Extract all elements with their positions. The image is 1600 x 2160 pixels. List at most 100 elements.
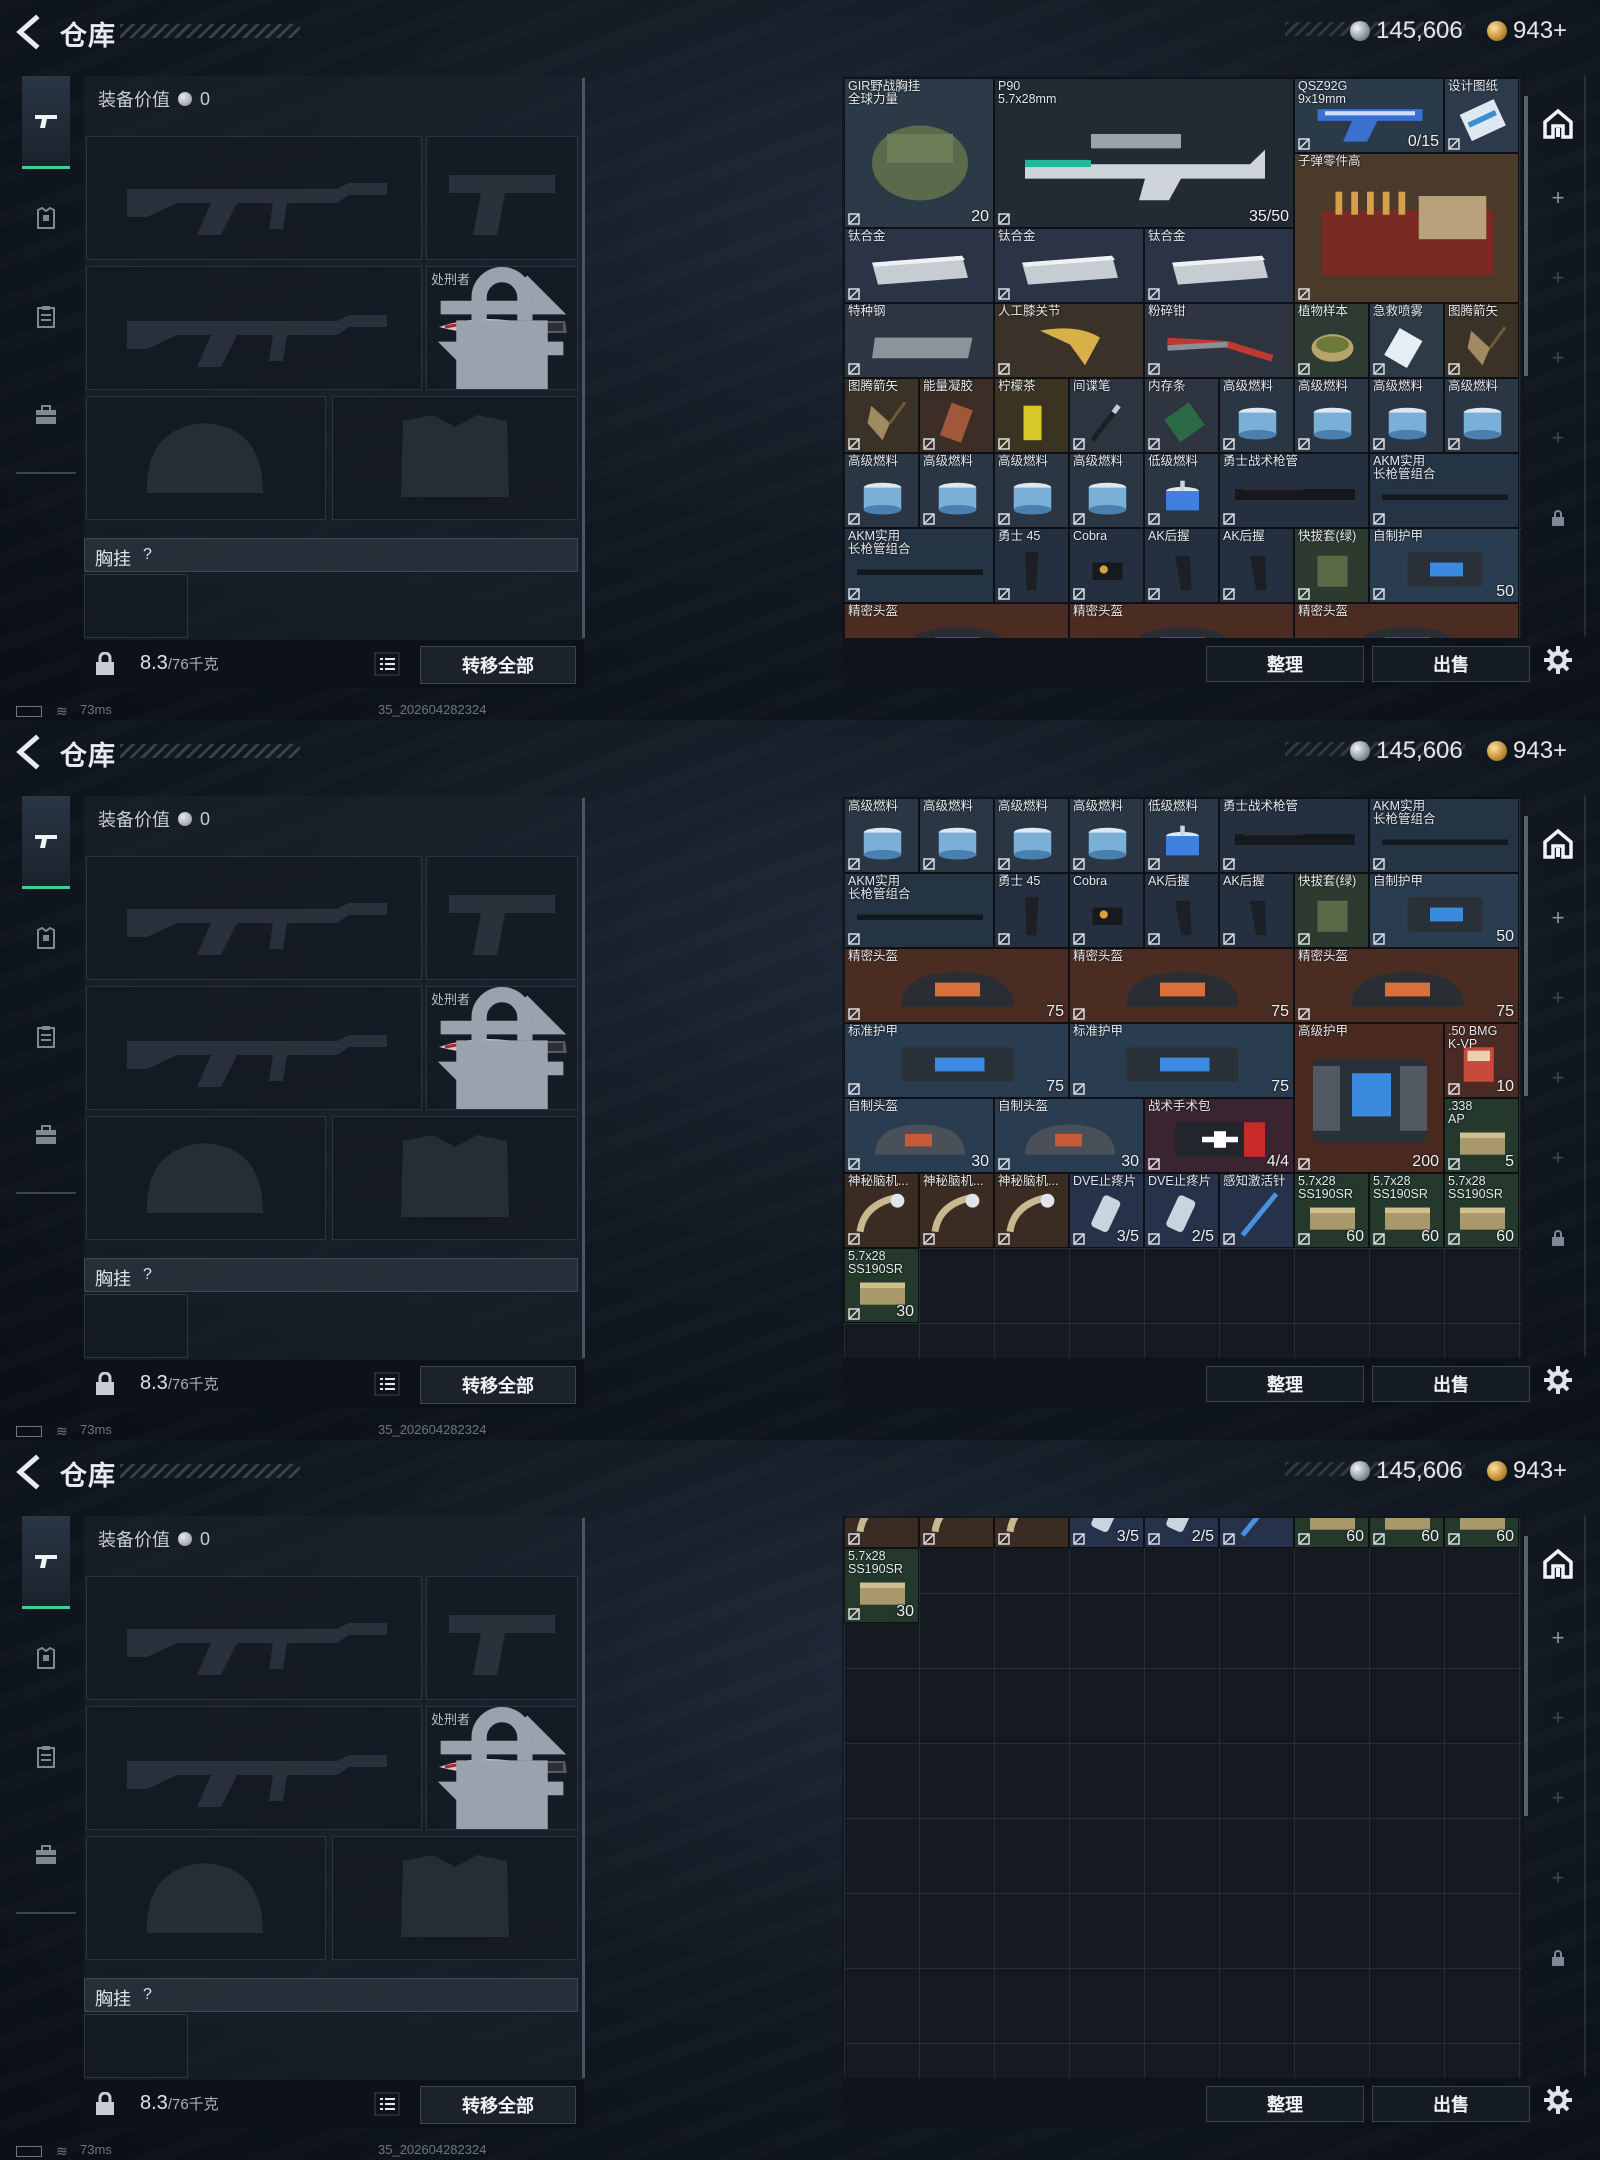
warehouse-item[interactable]: 5.7x28 SS190SR60 (1294, 1173, 1369, 1248)
add-storage-button[interactable]: + (1534, 410, 1582, 466)
warehouse-item[interactable]: Cobra (1069, 528, 1144, 603)
add-storage-button[interactable]: + (1534, 250, 1582, 306)
warehouse-item[interactable]: AKM实用 长枪管组合 (844, 873, 994, 948)
lock-icon[interactable] (94, 652, 116, 676)
primary-weapon-slot[interactable] (86, 856, 422, 980)
chest-rig-row[interactable]: 胸挂 ? (84, 1258, 578, 1292)
chest-rig-slot[interactable] (84, 574, 188, 638)
warehouse-item[interactable]: 钛合金 (994, 228, 1144, 303)
warehouse-grid[interactable]: 神秘脑机...神秘脑机...神秘脑机...DVE止疼片3/5DVE止疼片2/5感… (844, 1518, 1522, 2078)
list-icon[interactable] (374, 2092, 400, 2116)
warehouse-item[interactable]: 高级燃料 (994, 453, 1069, 528)
add-storage-button[interactable]: + (1534, 330, 1582, 386)
money-counter[interactable]: 145,606 (1350, 16, 1463, 46)
melee-slot[interactable]: 处刑者 (426, 986, 578, 1110)
warehouse-item[interactable]: 能量凝胶 (919, 378, 994, 453)
warehouse-item[interactable]: DVE止疼片 2/5 (1144, 1173, 1219, 1248)
tab-supplies[interactable] (22, 1712, 70, 1802)
transfer-all-button[interactable]: 转移全部 (420, 646, 576, 684)
pistol-slot[interactable] (426, 856, 578, 980)
warehouse-item[interactable]: 自制护甲 50 (1369, 873, 1519, 948)
add-storage-button[interactable]: + (1534, 170, 1582, 226)
tab-armor[interactable] (22, 1614, 70, 1704)
locked-storage-tab[interactable] (1534, 490, 1582, 546)
pistol-slot[interactable] (426, 136, 578, 260)
chest-rig-slot[interactable] (84, 1294, 188, 1358)
primary-weapon-slot[interactable] (86, 136, 422, 260)
warehouse-item[interactable]: 高级燃料 (994, 798, 1069, 873)
warehouse-item[interactable]: 粉碎钳 (1144, 303, 1294, 378)
tab-weapons[interactable] (22, 1516, 70, 1609)
warehouse-item[interactable]: 高级燃料 (1444, 378, 1519, 453)
warehouse-item[interactable]: AKM实用 长枪管组合 (1369, 453, 1519, 528)
warehouse-item[interactable]: 急救喷雾 (1369, 303, 1444, 378)
storage-tab[interactable] (1534, 96, 1582, 152)
add-storage-button[interactable]: + (1534, 1850, 1582, 1906)
sell-button[interactable]: 出售 (1372, 1366, 1530, 1402)
secondary-weapon-slot[interactable] (86, 986, 422, 1110)
warehouse-item[interactable]: 图腾箭矢 (1444, 303, 1519, 378)
warehouse-item[interactable]: .338 AP 5 (1444, 1098, 1519, 1173)
warehouse-item[interactable]: 人工膝关节 (994, 303, 1144, 378)
warehouse-item[interactable]: 自制头盔 30 (994, 1098, 1144, 1173)
warehouse-item[interactable]: 勇士战术枪管 (1219, 798, 1369, 873)
warehouse-item[interactable]: 图腾箭矢 (844, 378, 919, 453)
sell-button[interactable]: 出售 (1372, 2086, 1530, 2122)
warehouse-item[interactable]: P90 5.7x28mm 35/50 (994, 78, 1294, 228)
back-arrow-icon[interactable] (14, 14, 44, 50)
warehouse-item[interactable]: 5.7x28 SS190SR60 (1369, 1518, 1444, 1548)
warehouse-item[interactable]: 精密头盔75 (1294, 603, 1519, 638)
equipment-scrollbar[interactable] (582, 1518, 585, 2078)
warehouse-item[interactable]: 高级燃料 (844, 453, 919, 528)
money-counter[interactable]: 145,606 (1350, 1456, 1463, 1486)
tab-armor[interactable] (22, 174, 70, 264)
help-icon[interactable]: ? (143, 1986, 152, 2004)
warehouse-item[interactable]: 精密头盔75 (1294, 948, 1519, 1023)
warehouse-grid[interactable]: GIR野战胸挂 全球力量 20 P90 5.7x28mm 35/50 QSZ92G 9x… (844, 78, 1522, 638)
settings-button[interactable] (1534, 632, 1582, 688)
warehouse-item[interactable]: 勇士战术枪管 (1219, 453, 1369, 528)
warehouse-item[interactable]: 间谍笔 (1069, 378, 1144, 453)
warehouse-item[interactable]: DVE止疼片3/5 (1069, 1173, 1144, 1248)
add-storage-button[interactable]: + (1534, 1770, 1582, 1826)
warehouse-item[interactable]: 内存条 (1144, 378, 1219, 453)
warehouse-item[interactable]: DVE止疼片3/5 (1069, 1518, 1144, 1548)
secondary-weapon-slot[interactable] (86, 266, 422, 390)
warehouse-item[interactable]: Cobra (1069, 873, 1144, 948)
warehouse-item[interactable]: GIR野战胸挂 全球力量 20 (844, 78, 994, 228)
equipment-scrollbar[interactable] (582, 78, 585, 638)
warehouse-item[interactable]: 勇士 45 (994, 528, 1069, 603)
warehouse-item[interactable]: 高级燃料 (1369, 378, 1444, 453)
warehouse-item[interactable]: 5.7x28 SS190SR60 (1444, 1173, 1519, 1248)
sort-button[interactable]: 整理 (1206, 2086, 1364, 2122)
tab-supplies[interactable] (22, 992, 70, 1082)
body-armor-slot[interactable] (332, 1836, 578, 1960)
warehouse-item[interactable]: 高级燃料 (1294, 378, 1369, 453)
chest-rig-row[interactable]: 胸挂 ? (84, 1978, 578, 2012)
tab-backpack[interactable] (22, 1090, 70, 1180)
money-counter[interactable]: 145,606 (1350, 736, 1463, 766)
secondary-weapon-slot[interactable] (86, 1706, 422, 1830)
storage-tab[interactable] (1534, 816, 1582, 872)
warehouse-item[interactable]: AK后握 (1144, 873, 1219, 948)
add-storage-button[interactable]: + (1534, 1130, 1582, 1186)
warehouse-item[interactable]: 高级燃料 (919, 453, 994, 528)
warehouse-item[interactable]: AK后握 (1144, 528, 1219, 603)
tab-backpack[interactable] (22, 1810, 70, 1900)
warehouse-item[interactable]: 植物样本 (1294, 303, 1369, 378)
warehouse-item[interactable]: AK后握 (1219, 873, 1294, 948)
warehouse-item[interactable]: 钛合金 (1144, 228, 1294, 303)
warehouse-item[interactable]: 5.7x28 SS190SR60 (1444, 1518, 1519, 1548)
gold-counter[interactable]: 943+ (1487, 16, 1567, 46)
tab-weapons[interactable] (22, 796, 70, 889)
warehouse-item[interactable]: AK后握 (1219, 528, 1294, 603)
add-storage-button[interactable]: + (1534, 1050, 1582, 1106)
helmet-slot[interactable] (86, 1116, 326, 1240)
add-storage-button[interactable]: + (1534, 1610, 1582, 1666)
warehouse-item[interactable]: 5.7x28 SS190SR 30 (844, 1548, 919, 1623)
back-arrow-icon[interactable] (14, 734, 44, 770)
warehouse-item[interactable]: AKM实用 长枪管组合 (1369, 798, 1519, 873)
tab-supplies[interactable] (22, 272, 70, 362)
warehouse-item[interactable]: 快拔套(绿) (1294, 528, 1369, 603)
warehouse-item[interactable]: 低级燃料 (1144, 453, 1219, 528)
